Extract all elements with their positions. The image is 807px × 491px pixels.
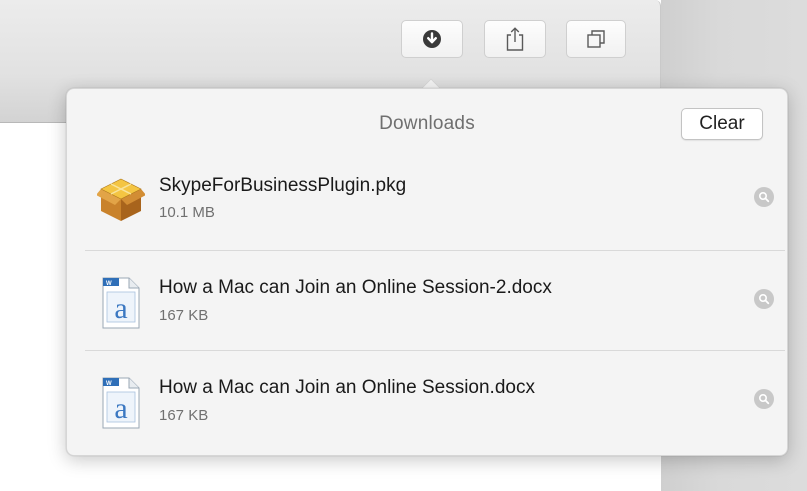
downloads-popover: Downloads Clear SkypeForBusinessPlugin.p…: [66, 88, 788, 456]
svg-text:a: a: [114, 292, 127, 325]
download-filename: SkypeForBusinessPlugin.pkg: [159, 175, 407, 196]
downloads-button[interactable]: [401, 20, 463, 58]
word-document-icon: W a: [102, 277, 140, 329]
tab-overview-icon: [587, 30, 605, 48]
magnifier-icon: [759, 394, 770, 405]
magnifier-icon: [759, 294, 770, 305]
download-filename: How a Mac can Join an Online Session-2.d…: [159, 277, 552, 298]
share-button[interactable]: [484, 20, 546, 58]
svg-text:a: a: [114, 392, 127, 425]
download-arrow-circle-icon: [423, 30, 441, 48]
download-filename: How a Mac can Join an Online Session.doc…: [159, 377, 535, 398]
download-item[interactable]: SkypeForBusinessPlugin.pkg 10.1 MB: [85, 151, 785, 250]
magnifier-icon: [759, 192, 770, 203]
reveal-in-finder-button[interactable]: [754, 289, 774, 309]
share-icon: [506, 27, 524, 51]
popover-title: Downloads: [379, 113, 475, 134]
download-item[interactable]: W a How a Mac can Join an Online Session…: [85, 350, 785, 450]
downloads-list: SkypeForBusinessPlugin.pkg 10.1 MB W a H…: [85, 151, 785, 450]
tab-overview-button[interactable]: [566, 20, 626, 58]
window-toolbar: [0, 0, 661, 79]
svg-text:W: W: [106, 381, 112, 387]
svg-text:W: W: [106, 281, 112, 287]
package-icon: [97, 178, 145, 221]
word-document-icon: W a: [102, 377, 140, 429]
download-size: 10.1 MB: [159, 204, 215, 221]
clear-button[interactable]: Clear: [681, 108, 763, 140]
reveal-in-finder-button[interactable]: [754, 187, 774, 207]
reveal-in-finder-button[interactable]: [754, 389, 774, 409]
download-item[interactable]: W a How a Mac can Join an Online Session…: [85, 250, 785, 350]
download-size: 167 KB: [159, 307, 209, 324]
download-size: 167 KB: [159, 407, 209, 424]
